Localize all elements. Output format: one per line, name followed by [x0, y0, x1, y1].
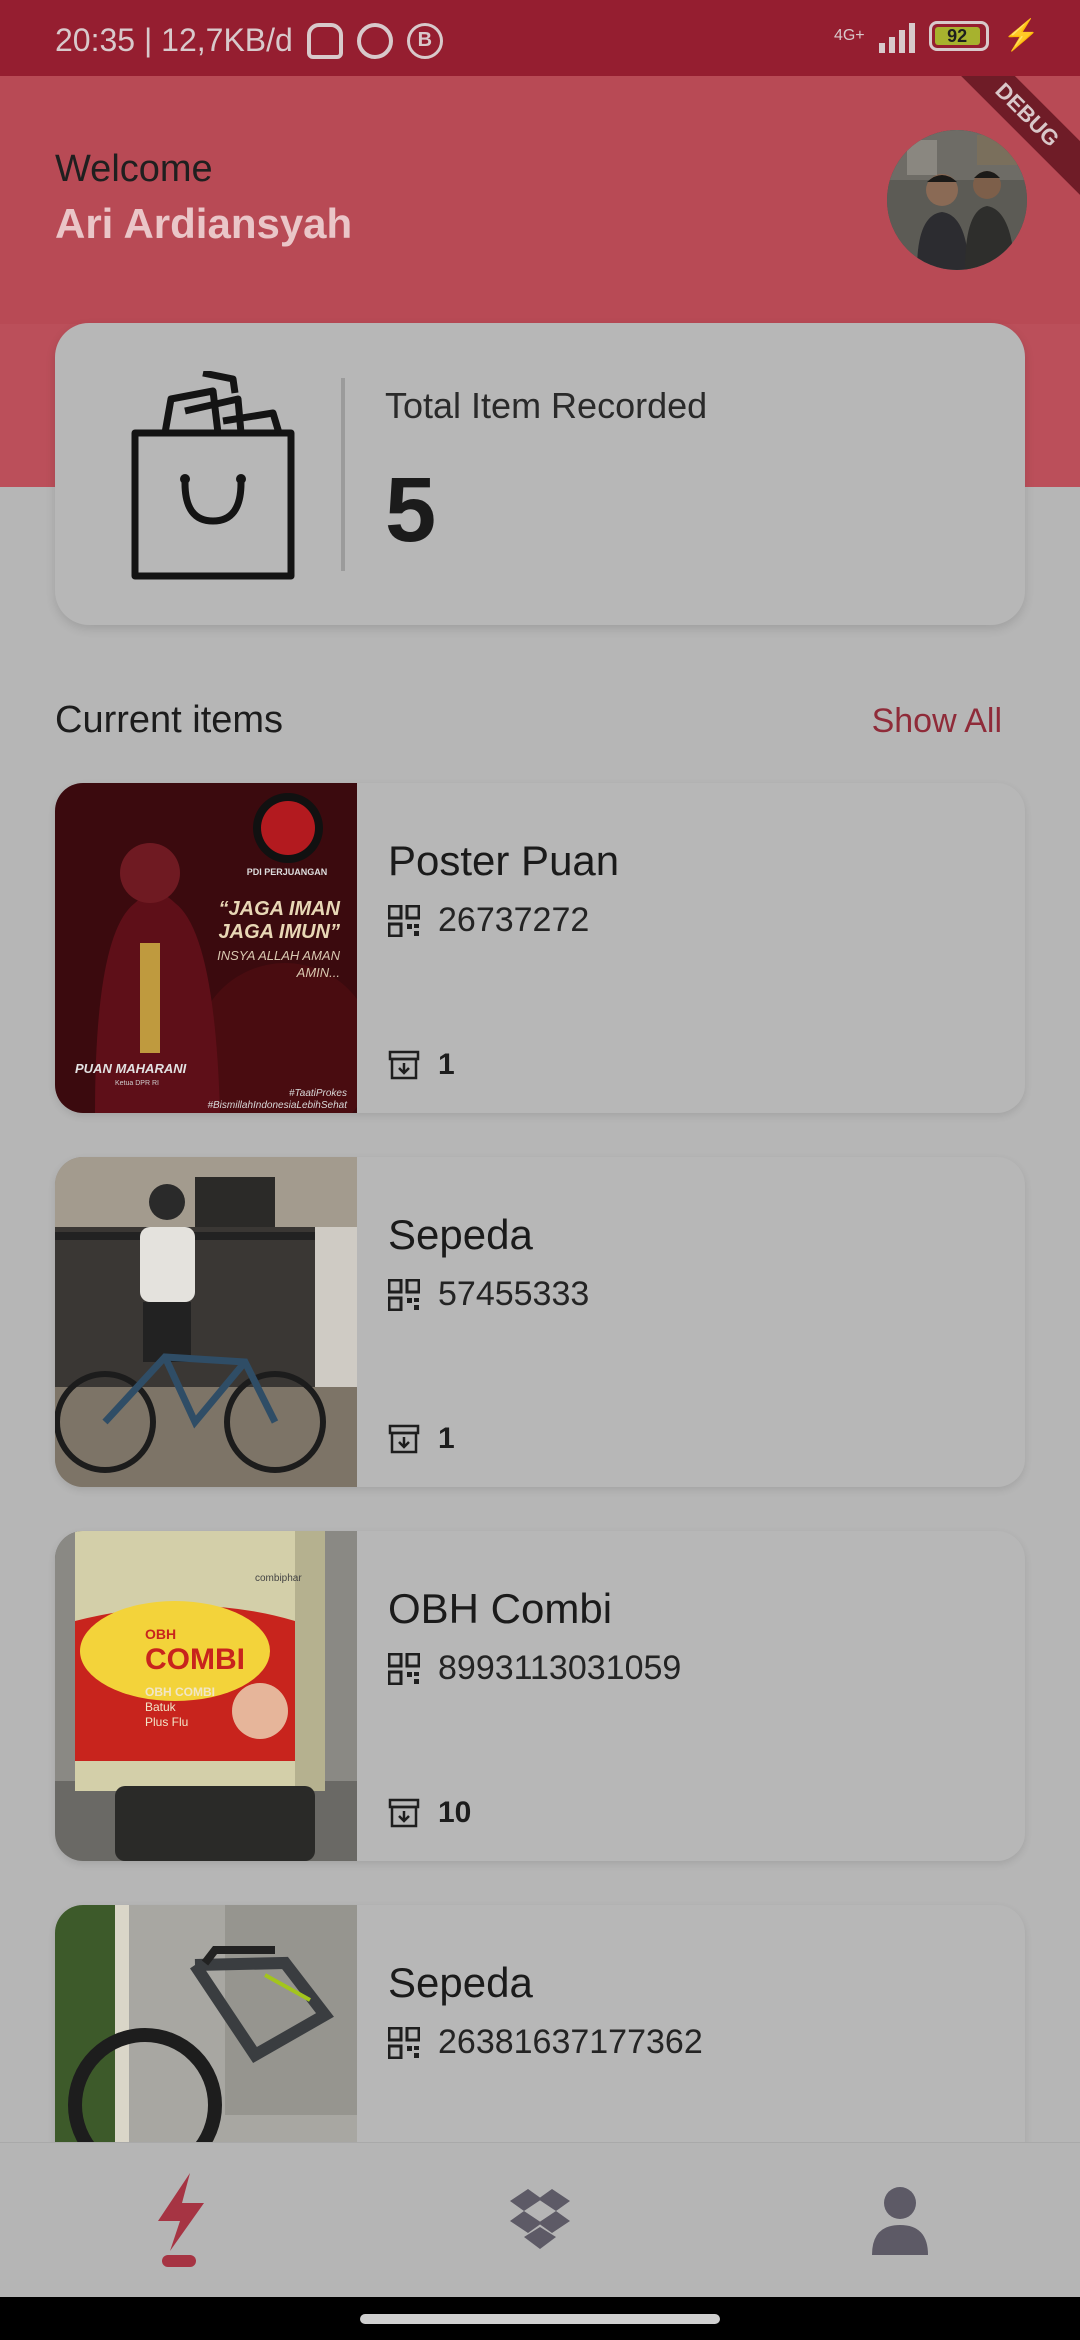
b-notification-icon: B: [406, 22, 443, 59]
item-qty-row: 1: [388, 1422, 455, 1456]
person-icon: [872, 2187, 928, 2255]
charging-icon: ⚡: [1002, 19, 1040, 52]
thumb-role: Ketua DPR RI: [115, 1080, 159, 1087]
qr-code-icon: [388, 1278, 420, 1311]
item-code: 57455333: [438, 1275, 590, 1313]
qr-code-icon: [388, 2026, 420, 2059]
thumb-obh: OBH: [145, 1626, 176, 1642]
shopping-bag-icon: [131, 371, 295, 580]
section-title: Current items: [55, 699, 284, 741]
item-qty-row: 10: [388, 1796, 471, 1830]
nav-home-tab[interactable]: [130, 2173, 230, 2273]
network-type: 4G+: [833, 26, 865, 44]
thumb-tag-2: #BismillahIndonesiaLebihSehat: [207, 1100, 348, 1111]
item-code: 26381637177362: [438, 2023, 703, 2061]
show-all-button[interactable]: Show All: [872, 702, 1002, 741]
item-code-row: 8993113031059: [388, 1649, 681, 1688]
item-name: OBH Combi: [388, 1585, 613, 1632]
summary-card: Total Item Recorded 5: [55, 323, 1025, 625]
status-bar: 20:35 | 12,7KB/d B 4G+ 92 ⚡: [0, 0, 1080, 76]
home-indicator[interactable]: [360, 2314, 720, 2324]
summary-divider: [341, 378, 345, 571]
summary-count: 5: [385, 459, 437, 561]
thumb-line2: Batuk: [145, 1700, 177, 1714]
item-qty: 1: [438, 1422, 455, 1455]
thumb-quote-1: “JAGA IMAN: [219, 898, 341, 920]
item-thumbnail: combiphar OBH COMBI OBH COMBI Batuk Plus…: [55, 1531, 357, 1861]
list-item[interactable]: PDI PERJUANGAN “JAGA IMAN JAGA IMUN” INS…: [55, 783, 1025, 1113]
item-code-row: 26737272: [388, 901, 589, 940]
item-thumbnail: [55, 1157, 357, 1487]
bottom-navigation: [0, 2142, 1080, 2297]
nav-items-tab[interactable]: [490, 2173, 590, 2273]
nav-profile-tab[interactable]: [850, 2173, 950, 2273]
archive-icon: [388, 1050, 420, 1080]
avatar[interactable]: [887, 130, 1027, 270]
user-name: Ari Ardiansyah: [55, 200, 353, 247]
signal-icon: [878, 19, 915, 53]
system-navigation-bar: [0, 2297, 1080, 2340]
archive-icon: [388, 1798, 420, 1828]
item-code: 26737272: [438, 901, 590, 939]
welcome-label: Welcome: [55, 148, 213, 190]
qr-code-icon: [388, 904, 420, 937]
item-code: 8993113031059: [438, 1649, 682, 1687]
battery-level: 92: [934, 26, 980, 45]
item-name: Sepeda: [388, 1959, 533, 2006]
thumb-line1: OBH COMBI: [145, 1685, 215, 1699]
qr-code-icon: [388, 1652, 420, 1685]
list-item[interactable]: Sepeda 57455333 1: [55, 1157, 1025, 1487]
status-time: 20:35 | 12,7KB/d: [55, 22, 293, 58]
thumb-quote-2: JAGA IMUN”: [219, 921, 340, 943]
item-qty: 1: [438, 1048, 455, 1081]
muted-bell-icon: [306, 22, 343, 59]
thumb-person: PUAN MAHARANI: [75, 1061, 187, 1076]
item-qty-row: 1: [388, 1048, 455, 1082]
thumb-sub-2: AMIN...: [296, 965, 340, 980]
item-name: Poster Puan: [388, 837, 620, 884]
flash-icon: [158, 2173, 204, 2267]
item-thumbnail: PDI PERJUANGAN “JAGA IMAN JAGA IMUN” INS…: [55, 783, 357, 1113]
summary-label: Total Item Recorded: [385, 385, 708, 426]
thumb-brand: combiphar: [255, 1573, 302, 1584]
dropbox-icon: [510, 2189, 570, 2249]
alarm-icon: [356, 22, 393, 59]
archive-icon: [388, 1424, 420, 1454]
item-name: Sepeda: [388, 1211, 533, 1258]
item-qty: 10: [438, 1796, 472, 1829]
thumb-logo-text: PDI PERJUANGAN: [247, 867, 328, 877]
thumb-combi: COMBI: [145, 1643, 245, 1676]
item-code-row: 57455333: [388, 1275, 589, 1314]
battery-icon: 92: [928, 20, 989, 51]
item-code-row: 26381637177362: [388, 2023, 703, 2062]
thumb-tag-1: #TaatiProkes: [289, 1088, 347, 1099]
thumb-sub-1: INSYA ALLAH AMAN: [217, 948, 340, 963]
list-item[interactable]: combiphar OBH COMBI OBH COMBI Batuk Plus…: [55, 1531, 1025, 1861]
thumb-line3: Plus Flu: [145, 1715, 188, 1729]
